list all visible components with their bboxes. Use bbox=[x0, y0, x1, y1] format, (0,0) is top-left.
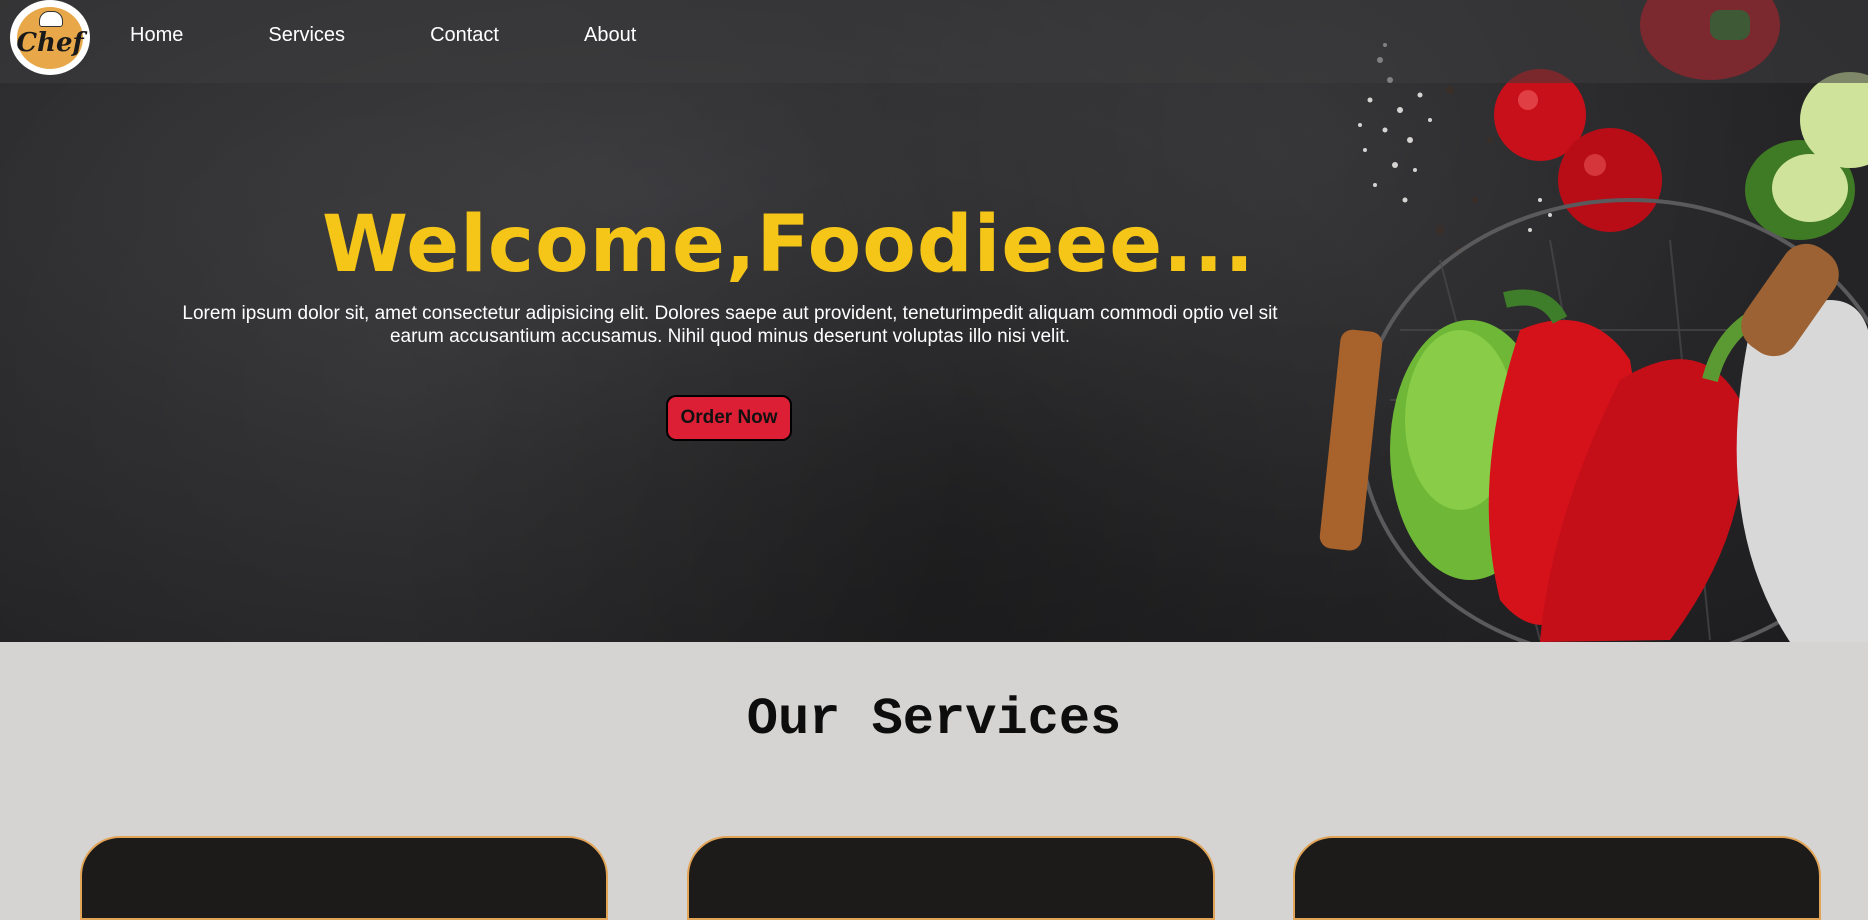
chef-hat-icon bbox=[39, 10, 63, 27]
hero-section: Chef Home Services Contact About Welcome… bbox=[0, 0, 1868, 642]
nav-home-link[interactable]: Home bbox=[130, 24, 183, 47]
service-card-2[interactable] bbox=[687, 836, 1215, 920]
logo-text: Chef bbox=[16, 27, 84, 58]
nav-links: Home Services Contact About bbox=[130, 24, 721, 47]
hero-paragraph: Lorem ipsum dolor sit, amet consectetur … bbox=[182, 303, 1278, 347]
service-card-1[interactable] bbox=[80, 836, 608, 920]
chef-logo[interactable]: Chef bbox=[10, 0, 90, 75]
nav-contact-link[interactable]: Contact bbox=[430, 24, 499, 47]
nav-services-link[interactable]: Services bbox=[268, 24, 345, 47]
nav-about-link[interactable]: About bbox=[584, 24, 636, 47]
services-title: Our Services bbox=[746, 690, 1122, 749]
service-card-3[interactable] bbox=[1293, 836, 1821, 920]
vegetables-image bbox=[1319, 0, 1868, 642]
chef-logo-badge: Chef bbox=[16, 6, 84, 69]
navbar: Chef Home Services Contact About bbox=[0, 0, 1868, 83]
hero-heading: Welcome,Foodieee... bbox=[322, 200, 1255, 290]
order-now-button[interactable]: Order Now bbox=[666, 395, 792, 441]
